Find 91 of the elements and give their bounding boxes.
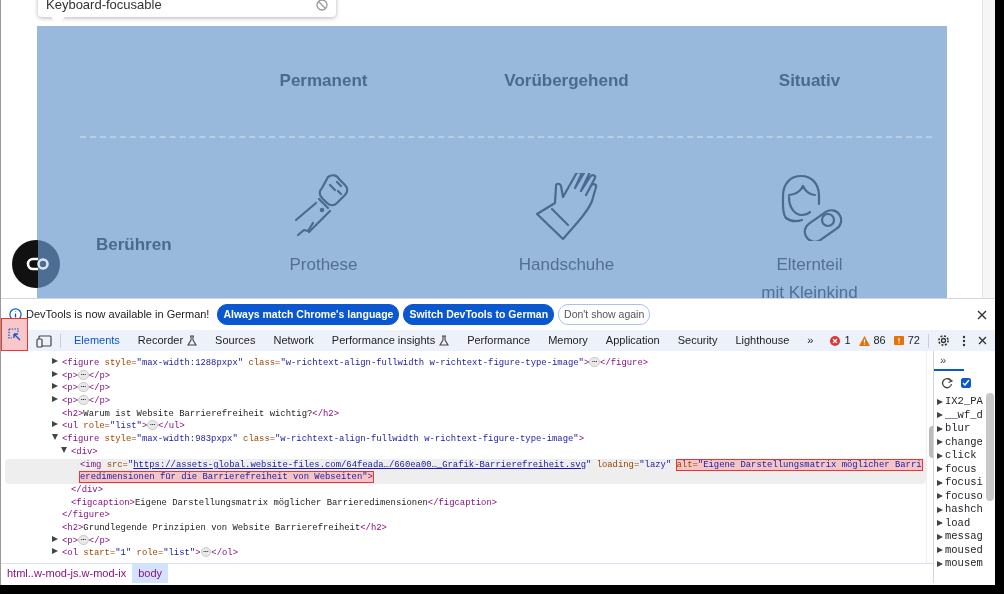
resource-link[interactable]: https://assets-global.website-files.com/64feada…/660ea00…_Grafik-Barrierefreiheit.svg: [133, 459, 586, 470]
event-listener[interactable]: IX2_PA: [945, 395, 983, 409]
checkbox[interactable]: [961, 378, 971, 388]
highlighted-attribute: alt="Eigene Darstellungsmatrix möglicher Barri: [676, 459, 922, 470]
panel-tab[interactable]: Performance: [458, 330, 540, 351]
cell-label: Elternteil mit Kleinkind: [761, 254, 858, 298]
breadcrumb[interactable]: html..w-mod-js.w-mod-ix: [1, 564, 133, 583]
column-heading: Vorübergehend: [504, 70, 629, 93]
dom-node-line[interactable]: <figure style="max-width:1288pxpx" class="w-richtext-align-fullwidth w-richtext-figure-type-image"> ⋯ </figure>: [5, 357, 926, 370]
settings-icon[interactable]: [937, 334, 950, 347]
column-heading: Situativ: [778, 70, 841, 93]
collapsed-content-button[interactable]: ⋯: [78, 382, 89, 393]
link-button[interactable]: [12, 240, 60, 288]
dom-node-line[interactable]: <figcaption>Eigene Darstellungsmatrix möglicher Barrieredimensionen</figcaption>: [5, 496, 926, 510]
event-listener[interactable]: focus: [945, 462, 977, 476]
event-listener[interactable]: change: [945, 435, 983, 449]
more-options-icon[interactable]: [962, 334, 966, 347]
scrollbar-thumb[interactable]: [986, 393, 994, 501]
event-listener[interactable]: moused: [945, 543, 983, 557]
expand-icon[interactable]: [52, 370, 58, 377]
dom-node-line[interactable]: </div>: [5, 483, 926, 497]
expand-icon[interactable]: [52, 383, 58, 390]
refresh-icon[interactable]: [941, 377, 953, 389]
expand-icon[interactable]: [52, 358, 58, 364]
panel-tab[interactable]: Memory: [539, 330, 597, 351]
event-listener[interactable]: click: [945, 449, 977, 463]
infobar-button[interactable]: Don't show again: [558, 304, 651, 325]
highlighted-attribute: eredimensionen für die Barrierefreiheit von Webseiten">: [80, 472, 373, 483]
collapsed-content-button[interactable]: ⋯: [589, 357, 601, 367]
device-toolbar-icon[interactable]: [36, 333, 52, 348]
panel-tab[interactable]: Network: [264, 330, 323, 351]
event-listener[interactable]: messag: [945, 530, 983, 544]
column-heading: Permanent: [279, 70, 368, 93]
dom-node-line[interactable]: <ol start="1" role="list"> ⋯ </ol>: [5, 547, 926, 560]
expand-icon[interactable]: [52, 421, 58, 428]
panel-tab[interactable]: Recorder: [128, 330, 207, 351]
row-heading: Berühren: [96, 234, 172, 256]
close-icon[interactable]: [977, 309, 987, 320]
dom-node-line[interactable]: <div>: [5, 445, 926, 459]
warning-icon: [858, 335, 870, 346]
panel-tab[interactable]: Sources: [206, 330, 265, 351]
cell-label: Prothese: [289, 254, 358, 276]
more-tabs-button[interactable]: »: [798, 330, 823, 351]
info-message: DevTools is now available in German!: [26, 307, 210, 323]
scrollbar[interactable]: [982, 0, 995, 298]
panel-tab[interactable]: Elements: [65, 330, 129, 351]
panel-tab[interactable]: Application: [596, 330, 669, 351]
infobar-button[interactable]: Always match Chrome's language: [217, 304, 400, 325]
collapsed-content-button[interactable]: ⋯: [78, 369, 89, 380]
panel-tab[interactable]: Performance insights: [322, 330, 459, 351]
dom-node-line[interactable]: <p> ⋯ </p>: [5, 534, 926, 548]
collapse-icon[interactable]: [61, 446, 67, 453]
event-listener[interactable]: load: [945, 516, 971, 530]
dom-node-line[interactable]: <h2>Grundlegende Prinzipien von Website Barrierefreiheit</h2>: [5, 521, 926, 535]
dom-node-line[interactable]: <figure style="max-width:983pxpx" class="w-richtext-align-fullwidth w-richtext-figure-type-image">: [5, 433, 926, 446]
collapsed-content-button[interactable]: ⋯: [78, 395, 89, 406]
glove-icon: [534, 173, 599, 241]
event-listener[interactable]: focuso: [945, 489, 983, 503]
dom-node-line[interactable]: <ul role="list"> ⋯ </ul>: [5, 420, 926, 434]
info-icon: [9, 308, 22, 321]
collapsed-content-button[interactable]: ⋯: [200, 547, 212, 558]
tooltip-text: Keyboard-focusable: [46, 0, 162, 14]
close-icon[interactable]: [978, 336, 987, 345]
dom-node-line[interactable]: <p> ⋯ </p>: [5, 369, 926, 383]
event-listener[interactable]: focusi: [945, 476, 983, 490]
expand-icon[interactable]: [52, 548, 58, 555]
error-icon: [830, 335, 841, 346]
expand-icon[interactable]: [52, 535, 58, 542]
event-listener[interactable]: __wf_d: [945, 408, 983, 422]
collapse-icon[interactable]: [52, 434, 58, 441]
dom-node-line[interactable]: <p> ⋯ </p>: [5, 382, 926, 396]
collapsed-content-button[interactable]: ⋯: [147, 420, 159, 431]
breadcrumb[interactable]: body: [132, 564, 169, 583]
dom-node-line[interactable]: </figure>: [5, 509, 926, 522]
event-listener[interactable]: hashch: [945, 503, 983, 517]
event-listener[interactable]: mousem: [945, 557, 983, 571]
panel-tab[interactable]: Lighthouse: [726, 330, 799, 351]
issue-icon: [893, 335, 904, 346]
infobar-button[interactable]: Switch DevTools to German: [403, 304, 555, 325]
panel-tab[interactable]: Security: [668, 330, 727, 351]
dom-node-line[interactable]: <p> ⋯ </p>: [5, 395, 926, 408]
expand-icon[interactable]: [52, 396, 58, 403]
dom-node-line[interactable]: <h2>Warum ist Website Barrierefreiheit wichtig?</h2>: [5, 407, 926, 421]
cell-label: Handschuhe: [518, 254, 615, 276]
inspect-icon: [8, 328, 21, 341]
issues-counter[interactable]: 1 86 72: [830, 332, 920, 349]
not-allowed-icon: [316, 0, 328, 11]
sidebar-more-tabs[interactable]: »: [934, 351, 964, 371]
event-listener[interactable]: blur: [945, 422, 971, 436]
collapsed-content-button[interactable]: ⋯: [78, 534, 89, 545]
inspect-button[interactable]: [1, 318, 28, 351]
